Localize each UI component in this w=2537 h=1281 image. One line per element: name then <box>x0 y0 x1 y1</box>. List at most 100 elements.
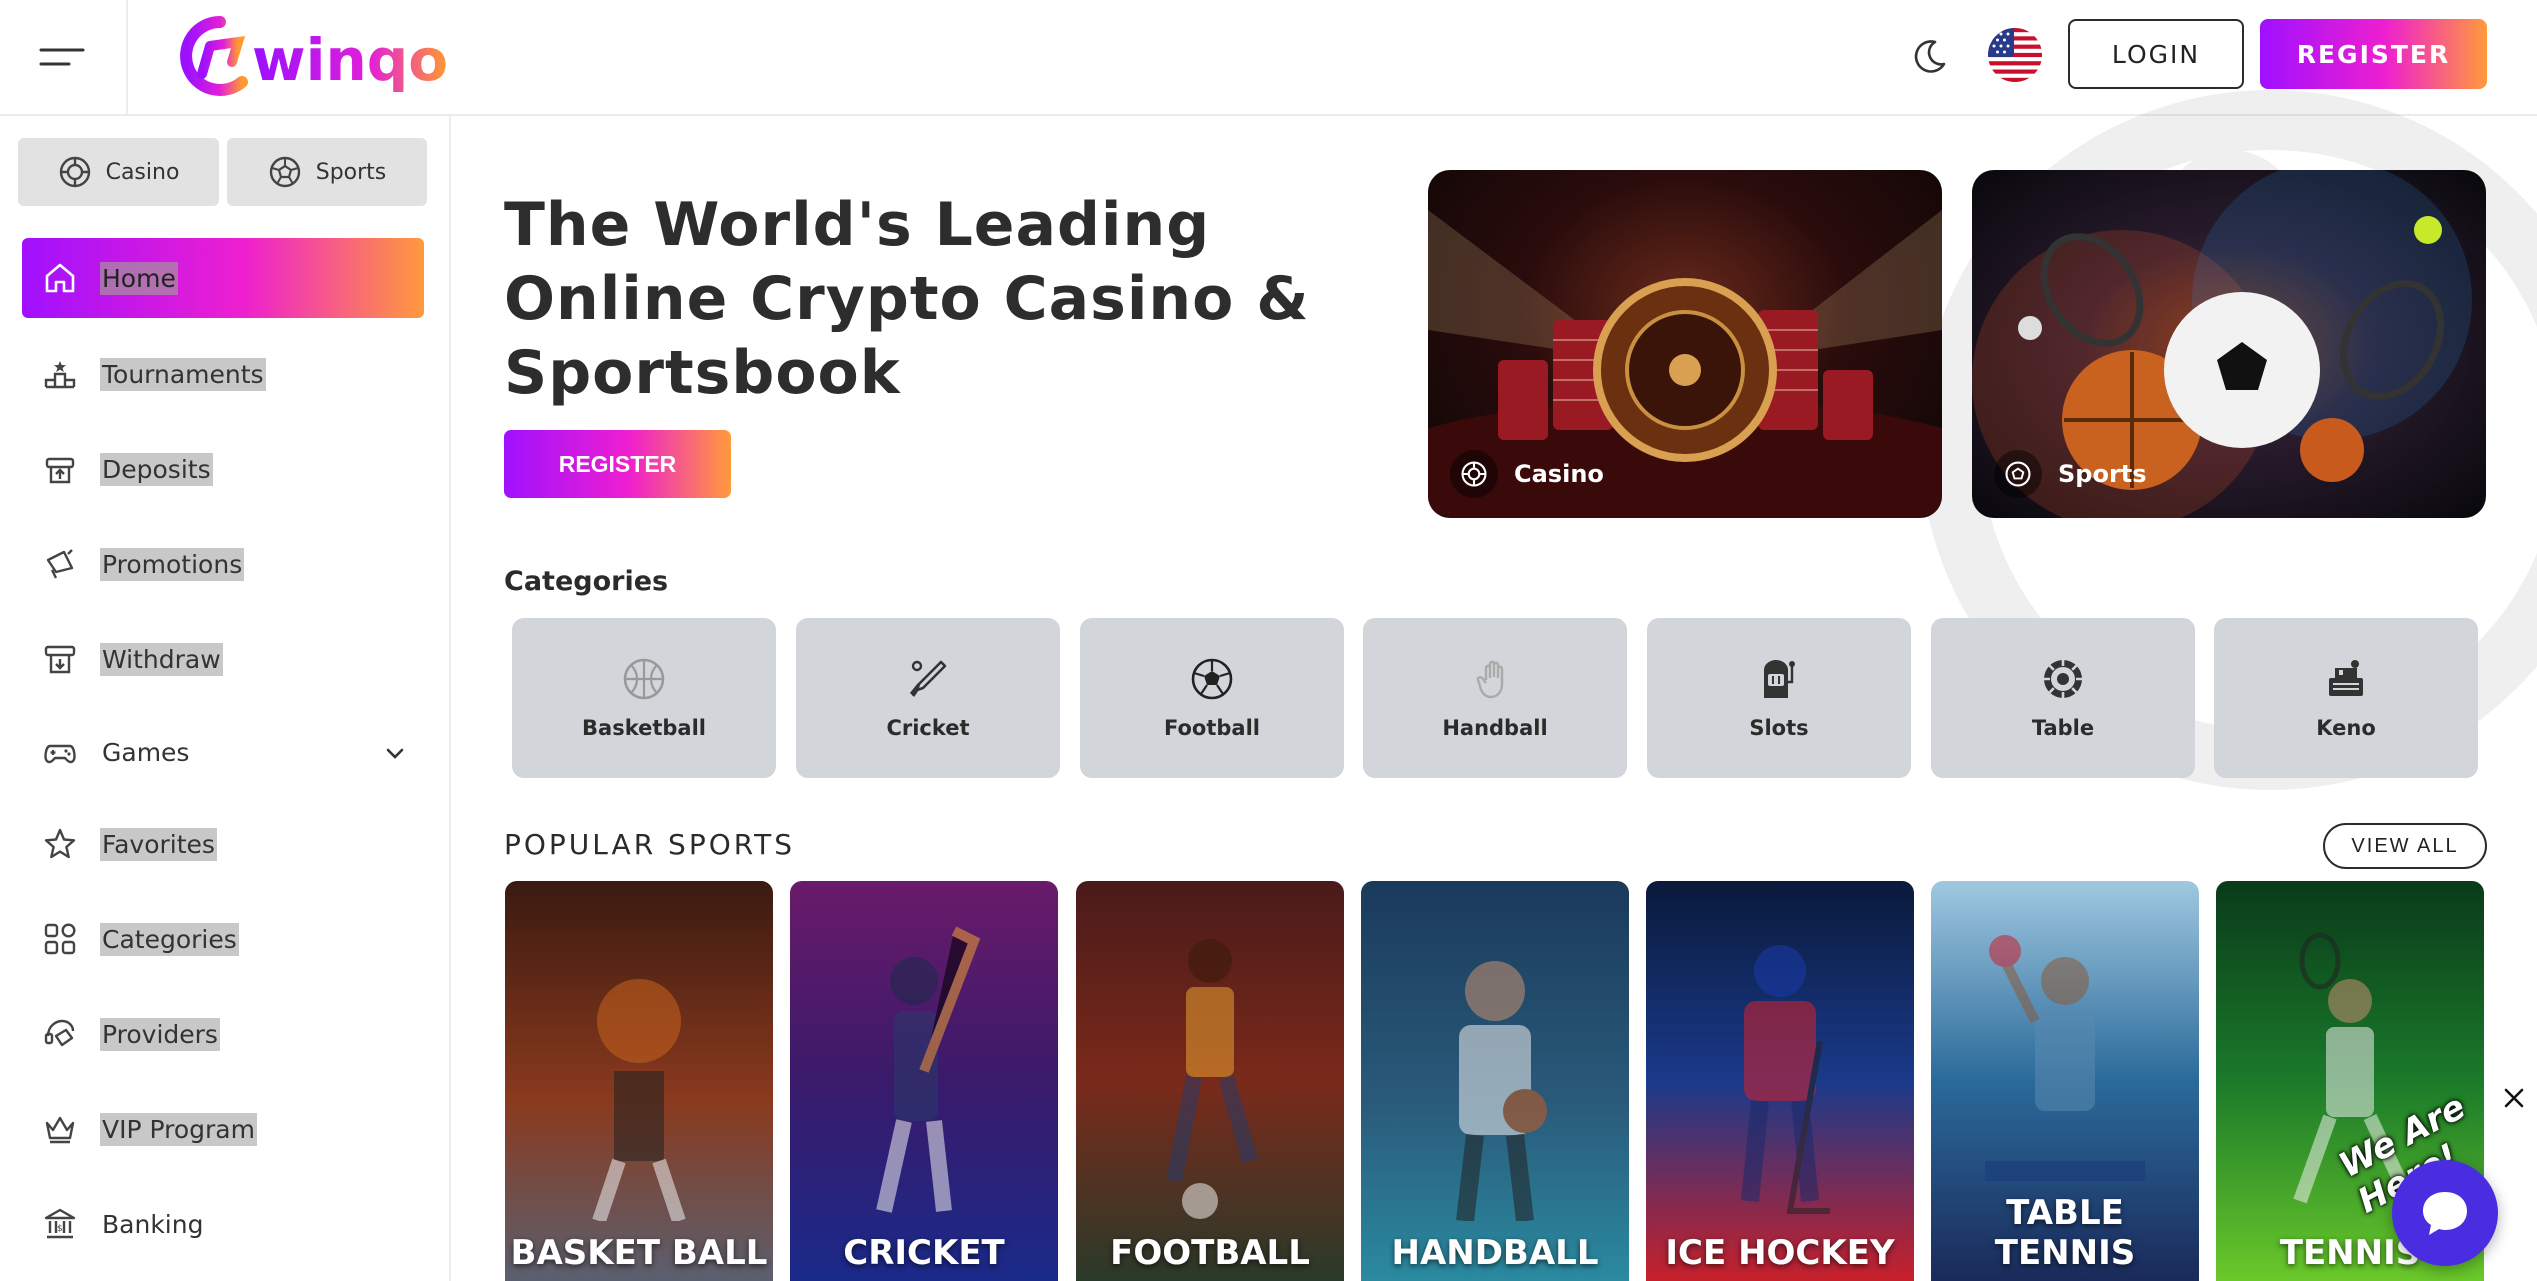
category-basketball[interactable]: Basketball <box>512 618 776 778</box>
sport-card-label: TABLE TENNIS <box>1994 1193 2136 1273</box>
sidebar-item-label: Home <box>100 261 178 295</box>
brand-name: winqo <box>252 26 448 94</box>
megaphone-icon <box>46 549 74 579</box>
sidebar-item-label: Withdraw <box>100 642 223 676</box>
category-label: Football <box>1164 716 1260 740</box>
category-football[interactable]: Football <box>1080 618 1344 778</box>
sport-card-table-tennis[interactable]: TABLE TENNIS <box>1931 881 2199 1281</box>
hero-title: The World's Leading Online Crypto Casino… <box>504 188 1324 410</box>
sports-switch-button[interactable]: Sports <box>227 138 427 206</box>
category-label: Basketball <box>582 716 706 740</box>
sidebar-item-label: Promotions <box>100 547 245 581</box>
category-handball[interactable]: Handball <box>1363 618 1627 778</box>
hero-title-line: Online Crypto Casino & <box>504 264 1310 334</box>
sidebar-item-label: VIP Program <box>100 1112 257 1146</box>
category-slots[interactable]: Slots <box>1647 618 1911 778</box>
category-label: Table <box>2031 716 2095 740</box>
sidebar-item-deposits[interactable]: Deposits <box>22 429 424 509</box>
sport-card-label: BASKET BALL <box>510 1233 768 1273</box>
hand-icon <box>1476 660 1504 699</box>
chat-launcher-button[interactable] <box>2392 1160 2498 1266</box>
brand-logo[interactable]: winqo <box>180 12 470 100</box>
handball-player-image <box>1456 961 1547 1221</box>
casino-promo-text: Casino <box>1514 460 1604 488</box>
hamburger-menu-button[interactable] <box>0 0 128 114</box>
hamburger-icon <box>39 48 85 66</box>
categories-title: Categories <box>504 566 669 597</box>
category-label: Keno <box>2316 716 2376 740</box>
casino-promo-label: Casino <box>1450 450 1604 498</box>
chevron-down-icon <box>386 748 404 759</box>
hero-register-button[interactable]: REGISTER <box>504 430 731 498</box>
chat-bubble-icon <box>2423 1192 2467 1235</box>
sport-card-label: HANDBALL <box>1391 1233 1599 1273</box>
slot-machine-icon <box>1764 660 1795 698</box>
sidebar-item-label: Banking <box>102 1209 204 1239</box>
hero-title-line: The World's Leading <box>504 190 1211 260</box>
hero-title-line: Sportsbook <box>504 338 901 408</box>
sidebar-item-home[interactable]: Home <box>22 238 424 318</box>
sidebar-item-favorites[interactable]: Favorites <box>22 804 424 884</box>
sport-card-label: CRICKET <box>843 1233 1005 1273</box>
category-label: Slots <box>1749 716 1809 740</box>
sidebar-item-label: Providers <box>100 1017 220 1051</box>
casino-switch-button[interactable]: Casino <box>18 138 219 206</box>
category-table[interactable]: Table <box>1931 618 2195 778</box>
table-tennis-player-image <box>1985 935 2145 1181</box>
basketball-icon <box>623 658 665 700</box>
sidebar-item-label: Deposits <box>100 452 213 486</box>
sidebar-item-vip-program[interactable]: VIP Program <box>22 1089 424 1169</box>
casino-chip-icon <box>1461 461 1487 487</box>
popular-sports-title: POPULAR SPORTS <box>504 828 796 861</box>
podium-icon <box>44 361 76 389</box>
star-icon <box>44 828 76 859</box>
sport-card-handball[interactable]: HANDBALL <box>1361 881 1629 1281</box>
grid-icon <box>44 923 76 955</box>
category-label: Handball <box>1442 716 1548 740</box>
crown-icon <box>45 1116 75 1144</box>
category-cricket[interactable]: Cricket <box>796 618 1060 778</box>
sidebar-item-label: Tournaments <box>100 357 266 391</box>
casino-chip-icon <box>59 156 90 188</box>
withdraw-icon <box>44 645 76 674</box>
sidebar-item-tournaments[interactable]: Tournaments <box>22 334 424 414</box>
sidebar-item-label: Favorites <box>100 827 217 861</box>
football-icon <box>1191 658 1233 700</box>
sidebar-item-label: Categories <box>100 922 239 956</box>
sidebar-item-promotions[interactable]: Promotions <box>22 524 424 604</box>
sports-promo-text: Sports <box>2058 460 2147 488</box>
sidebar-item-label: Games <box>102 737 190 767</box>
sport-card-cricket[interactable]: CRICKET <box>790 881 1058 1281</box>
sport-card-label: FOOTBALL <box>1110 1233 1310 1273</box>
gamepad-icon <box>44 744 76 764</box>
soccer-ball-icon <box>2005 461 2031 487</box>
sports-promo-label: Sports <box>1994 450 2147 498</box>
category-label: Cricket <box>886 716 970 740</box>
bank-icon: $ <box>44 1208 76 1239</box>
sport-card-label: ICE HOCKEY <box>1665 1233 1895 1273</box>
sidebar-item-providers[interactable]: Providers <box>22 994 424 1074</box>
keno-machine-icon <box>2329 660 2363 696</box>
deposit-icon <box>45 457 75 484</box>
sport-card-ice-hockey[interactable]: ICE HOCKEY <box>1646 881 1914 1281</box>
svg-text:$: $ <box>57 1224 63 1234</box>
ice-hockey-player-image <box>1741 945 1830 1214</box>
category-keno[interactable]: Keno <box>2214 618 2478 778</box>
sports-switch-label: Sports <box>315 159 387 185</box>
casino-switch-label: Casino <box>105 159 180 185</box>
sports-promo-card[interactable]: Sports <box>1972 170 2486 518</box>
sidebar-item-banking[interactable]: $ Banking <box>22 1184 424 1264</box>
sport-card-football[interactable]: FOOTBALL <box>1076 881 1344 1281</box>
basketball-player-image <box>592 979 686 1221</box>
cricket-player-image <box>876 926 981 1213</box>
view-all-button[interactable]: VIEW ALL <box>2323 823 2487 869</box>
roulette-table-icon <box>2044 660 2082 698</box>
casino-promo-card[interactable]: Casino <box>1428 170 1942 518</box>
sport-card-basketball[interactable]: BASKET BALL <box>505 881 773 1281</box>
cricket-bat-icon <box>909 660 947 697</box>
soccer-ball-icon <box>269 156 300 188</box>
providers-icon <box>44 1019 75 1047</box>
sidebar-item-games[interactable]: Games <box>22 712 424 792</box>
sidebar-item-withdraw[interactable]: Withdraw <box>22 619 424 699</box>
sidebar-item-categories[interactable]: Categories <box>22 899 424 979</box>
